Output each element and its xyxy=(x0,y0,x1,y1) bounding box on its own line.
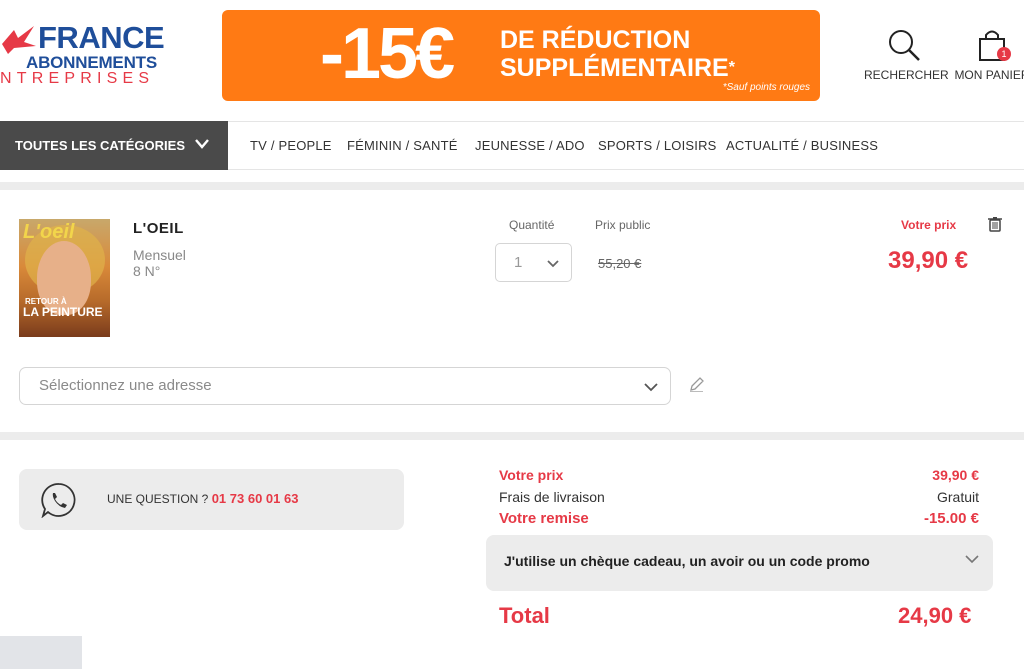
quantity-label: Quantité xyxy=(509,218,555,232)
quantity-value: 1 xyxy=(514,254,523,271)
your-price: 39,90 € xyxy=(888,247,969,274)
site-logo[interactable]: FRANCE ABONNEMENTS NTREPRISES xyxy=(0,22,180,88)
all-categories-button[interactable]: TOUTES LES CATÉGORIES xyxy=(0,121,228,170)
summary-shipping-value: Gratuit xyxy=(936,489,979,505)
chevron-down-icon xyxy=(644,383,658,392)
product-frequency: Mensuel xyxy=(133,247,186,263)
bird-logo-icon xyxy=(2,26,36,54)
product-issues: 8 N° xyxy=(133,263,161,279)
quantity-select[interactable]: 1 xyxy=(495,243,572,282)
summary-discount-row: Votre remise -15.00 € xyxy=(499,510,979,527)
public-price-label: Prix public xyxy=(595,218,651,232)
magazine-cover[interactable]: L'oeil RETOUR À LA PEINTURE xyxy=(19,219,110,337)
cover-masthead: L'oeil xyxy=(23,221,75,243)
banner-star: * xyxy=(728,59,735,76)
address-placeholder: Sélectionnez une adresse xyxy=(39,377,212,394)
pencil-icon[interactable] xyxy=(689,377,704,392)
address-select[interactable]: Sélectionnez une adresse xyxy=(19,367,671,405)
all-categories-label: TOUTES LES CATÉGORIES xyxy=(15,138,185,153)
search-label: RECHERCHER xyxy=(864,68,949,82)
summary-shipping-label: Frais de livraison xyxy=(499,489,605,505)
site-header: FRANCE ABONNEMENTS NTREPRISES -15€ DE RÉ… xyxy=(0,0,1024,121)
cart-button[interactable]: 1 MON PANIER xyxy=(952,28,1024,82)
logo-line1: FRANCE xyxy=(38,20,165,55)
cart-count-badge: 1 xyxy=(997,47,1011,61)
total-value: 24,90 € xyxy=(898,603,972,628)
whatsapp-phone-icon xyxy=(41,483,76,518)
total-label: Total xyxy=(499,603,550,628)
logo-line3: NTREPRISES xyxy=(0,70,155,87)
category-nav: TOUTES LES CATÉGORIES TV / PEOPLE FÉMINI… xyxy=(0,121,1024,170)
banner-line2: SUPPLÉMENTAIRE xyxy=(500,54,729,82)
promo-code-toggle[interactable]: J'utilise un chèque cadeau, un avoir ou … xyxy=(486,535,993,591)
search-icon xyxy=(889,30,920,61)
product-name[interactable]: L'OEIL xyxy=(133,220,184,237)
divider xyxy=(0,432,1024,440)
logo-line2: ABONNEMENTS xyxy=(26,53,157,72)
contact-box: UNE QUESTION ? 01 73 60 01 63 xyxy=(19,469,404,530)
divider xyxy=(0,182,1024,190)
summary-shipping-row: Frais de livraison Gratuit xyxy=(499,489,979,505)
banner-line2-wrap: SUPPLÉMENTAIRE* xyxy=(500,54,735,82)
contact-label: UNE QUESTION ? xyxy=(107,492,209,506)
cover-caption2: LA PEINTURE xyxy=(23,305,103,319)
cart-label: MON PANIER xyxy=(954,68,1024,82)
summary-your-price: 39,90 € xyxy=(932,467,979,483)
chevron-down-icon xyxy=(195,139,209,149)
nav-item-tv-people[interactable]: TV / PEOPLE xyxy=(250,122,332,169)
your-price-label: Votre prix xyxy=(901,218,957,232)
public-price: 55,20 € xyxy=(598,256,642,271)
summary-your-price-label: Votre prix xyxy=(499,467,564,483)
banner-note: *Sauf points rouges xyxy=(722,82,810,93)
contact-phone[interactable]: 01 73 60 01 63 xyxy=(212,491,299,506)
promo-code-label: J'utilise un chèque cadeau, un avoir ou … xyxy=(504,553,870,569)
contact-text: UNE QUESTION ? 01 73 60 01 63 xyxy=(107,491,298,506)
bottom-tab[interactable] xyxy=(0,636,82,669)
summary-discount-label: Votre remise xyxy=(499,510,589,527)
trash-icon[interactable] xyxy=(987,216,1003,232)
banner-line1: DE RÉDUCTION xyxy=(500,26,691,54)
summary-discount-value: -15.00 € xyxy=(923,510,979,527)
chevron-down-icon xyxy=(965,555,979,564)
nav-item-jeunesse-ado[interactable]: JEUNESSE / ADO xyxy=(475,122,585,169)
nav-item-actualite-business[interactable]: ACTUALITÉ / BUSINESS xyxy=(726,122,878,169)
banner-amount: -15€ xyxy=(320,14,455,94)
summary-your-price-row: Votre prix 39,90 € xyxy=(499,467,979,483)
chevron-down-icon xyxy=(547,260,559,268)
promo-banner[interactable]: -15€ DE RÉDUCTION SUPPLÉMENTAIRE* *Sauf … xyxy=(222,10,820,101)
nav-item-sports-loisirs[interactable]: SPORTS / LOISIRS xyxy=(598,122,717,169)
search-button[interactable]: RECHERCHER xyxy=(864,28,949,82)
nav-item-feminin-sante[interactable]: FÉMININ / SANTÉ xyxy=(347,122,458,169)
